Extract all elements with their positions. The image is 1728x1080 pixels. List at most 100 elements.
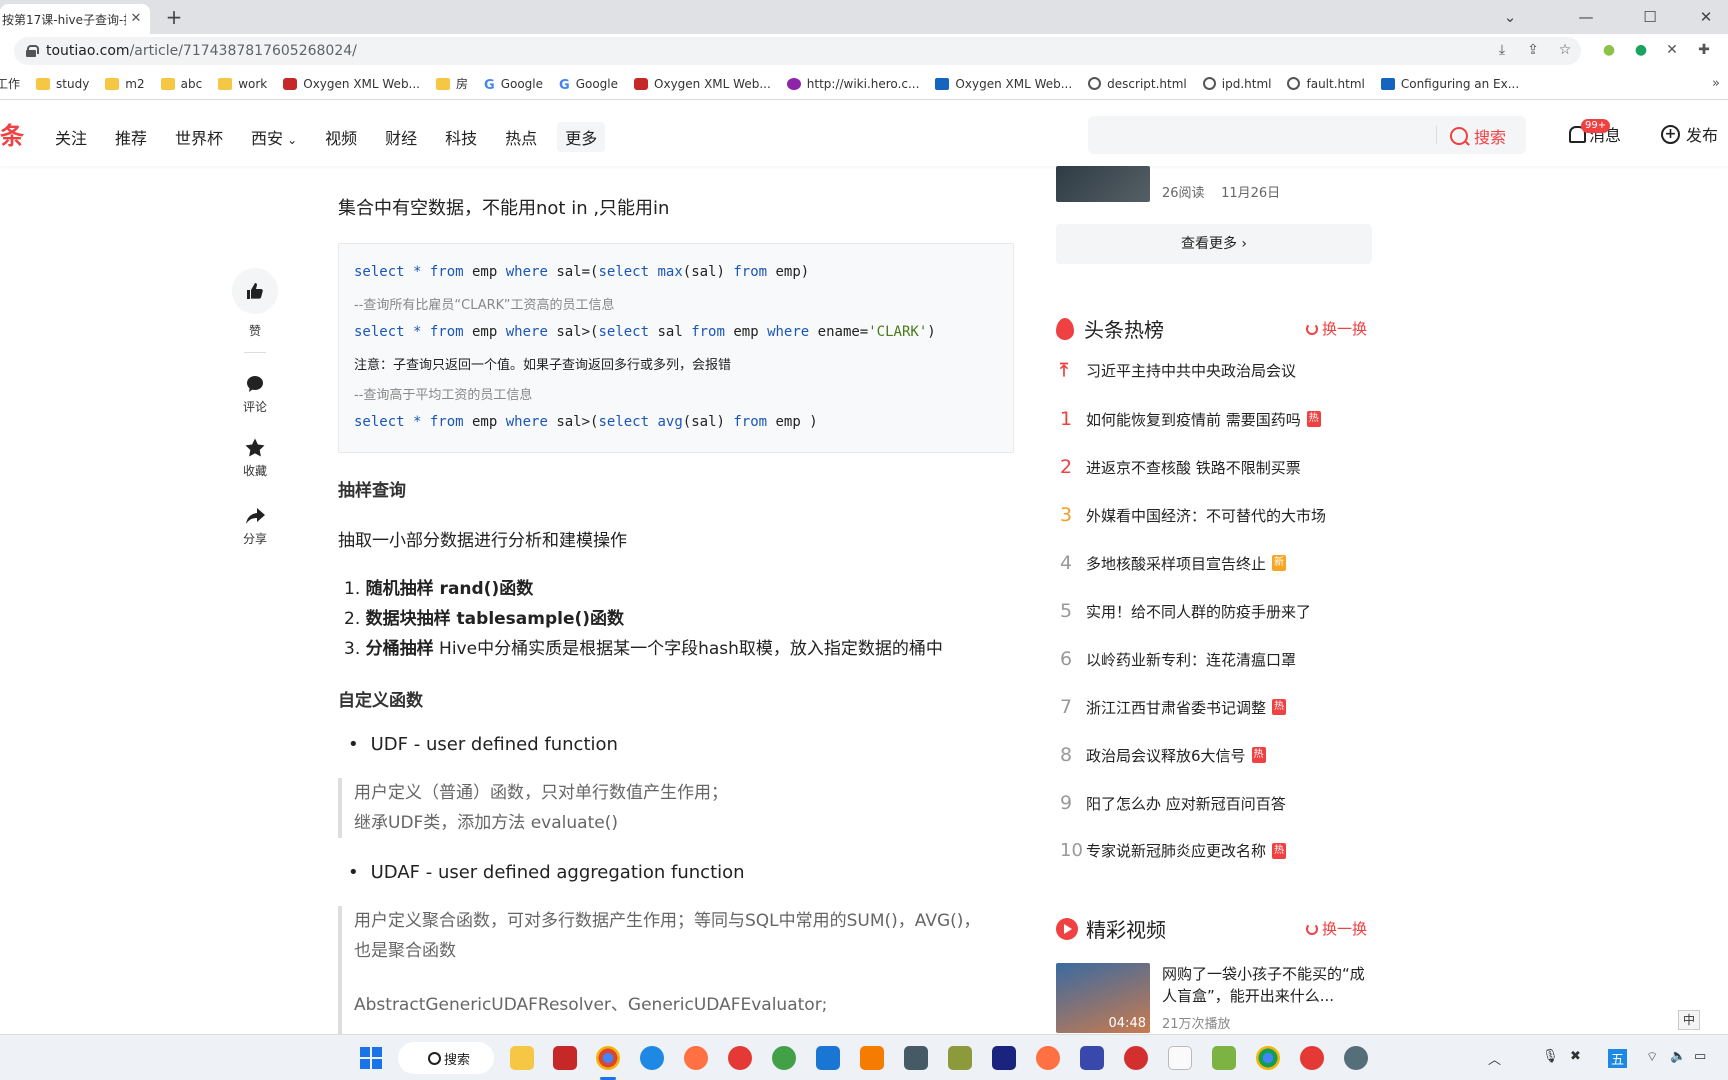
lock-icon[interactable] bbox=[26, 45, 39, 57]
ime-icon[interactable]: 五 bbox=[1608, 1049, 1628, 1068]
hot-list-item[interactable]: ⤒ 习近平主持中共中央政治局会议 bbox=[1056, 360, 1372, 381]
search-button[interactable]: 搜索 bbox=[1450, 124, 1506, 148]
hot-list-item[interactable]: 3 外媒看中国经济：不可替代的大市场 bbox=[1056, 504, 1372, 526]
see-more-button[interactable]: 查看更多 › bbox=[1056, 224, 1372, 264]
bookmark-item[interactable]: fault.html bbox=[1287, 77, 1365, 91]
wifi-icon[interactable]: ⌔ bbox=[1646, 1049, 1658, 1065]
comment-button[interactable]: 评论 bbox=[232, 372, 278, 415]
hot-list-item[interactable]: 7 浙江江西甘肃省委书记调整热 bbox=[1056, 696, 1372, 718]
browser-app-icon[interactable] bbox=[772, 1046, 796, 1070]
install-app-icon[interactable]: ⤓ bbox=[1493, 41, 1511, 59]
edge-icon[interactable] bbox=[640, 1046, 664, 1070]
nav-item-follow[interactable]: 关注 bbox=[55, 125, 87, 149]
chrome-icon[interactable] bbox=[1256, 1046, 1280, 1070]
maximize-button[interactable]: ☐ bbox=[1638, 6, 1662, 28]
video-refresh-button[interactable]: 换一换 bbox=[1306, 918, 1367, 939]
hot-list-item[interactable]: 5 实用！给不同人群的防疫手册来了 bbox=[1056, 600, 1372, 622]
bookmarks-overflow-icon[interactable]: » bbox=[1712, 76, 1720, 91]
nav-item-worldcup[interactable]: 世界杯 bbox=[175, 125, 223, 149]
bookmark-item[interactable]: Configuring an Ex... bbox=[1380, 77, 1519, 91]
app-icon[interactable] bbox=[1344, 1046, 1368, 1070]
bookmark-item[interactable]: http://wiki.hero.c... bbox=[786, 77, 919, 91]
browser-tab-active[interactable]: 按第17课-hive子查询-抽 ✕ bbox=[0, 4, 150, 34]
like-button[interactable]: 赞 bbox=[232, 268, 278, 339]
nav-item-finance[interactable]: 财经 bbox=[385, 125, 417, 149]
bookmark-item[interactable]: Oxygen XML Web... bbox=[634, 77, 771, 91]
tab-search-chevron-icon[interactable]: ⌄ bbox=[1498, 6, 1522, 28]
bookmark-item[interactable]: ipd.html bbox=[1202, 77, 1271, 91]
share-button[interactable]: 分享 bbox=[232, 504, 278, 547]
bookmark-item[interactable]: abc bbox=[160, 77, 202, 91]
favorite-button[interactable]: 收藏 bbox=[232, 436, 278, 479]
app-icon[interactable] bbox=[1300, 1046, 1324, 1070]
battery-icon[interactable]: ▭ bbox=[1694, 1049, 1706, 1064]
minimize-button[interactable]: — bbox=[1574, 6, 1598, 28]
nav-item-city[interactable]: 西安 ⌄ bbox=[251, 125, 297, 149]
hot-list-item[interactable]: 2 进返京不查核酸 铁路不限制买票 bbox=[1056, 456, 1372, 478]
x-app-icon[interactable] bbox=[1080, 1046, 1104, 1070]
taskbar-search[interactable]: 搜索 bbox=[398, 1042, 494, 1074]
url-omnibox[interactable]: toutiao.com/article/7174387817605268024/ bbox=[14, 37, 1581, 65]
notepad-icon[interactable] bbox=[1212, 1046, 1236, 1070]
volume-icon[interactable]: 🔈 bbox=[1670, 1049, 1686, 1064]
hot-list-item[interactable]: 4 多地核酸采样项目宣告终止新 bbox=[1056, 552, 1372, 574]
share-page-icon[interactable]: ⇪ bbox=[1524, 41, 1542, 59]
hot-list-item[interactable]: 10 专家说新冠肺炎应更改名称热 bbox=[1056, 840, 1372, 861]
firefox-icon[interactable] bbox=[684, 1046, 708, 1070]
tray-x-icon[interactable]: ✖ bbox=[1570, 1049, 1581, 1064]
microphone-icon[interactable]: 🎙 bbox=[1542, 1049, 1559, 1064]
chrome-icon[interactable] bbox=[596, 1046, 620, 1070]
video-title[interactable]: 网购了一袋小孩子不能买的“成人盲盒”，能开出来什么... bbox=[1162, 963, 1370, 1007]
publish-button[interactable]: + 发布 bbox=[1661, 122, 1718, 146]
video-card[interactable]: 04:48 网购了一袋小孩子不能买的“成人盲盒”，能开出来什么... 21万次播… bbox=[1056, 963, 1372, 1035]
bookmark-item[interactable]: work bbox=[218, 77, 267, 91]
bookmark-item[interactable]: m2 bbox=[105, 77, 145, 91]
typora-icon[interactable] bbox=[1168, 1046, 1192, 1070]
ime-indicator[interactable]: 中 bbox=[1678, 1010, 1701, 1030]
app-icon[interactable] bbox=[948, 1046, 972, 1070]
code-block[interactable]: select * from emp where sal=(select max(… bbox=[338, 243, 1014, 453]
bookmark-star-icon[interactable]: ☆ bbox=[1556, 41, 1574, 59]
tab-close-icon[interactable]: ✕ bbox=[128, 11, 144, 27]
hot-list-item[interactable]: 1 如何能恢复到疫情前 需要国药吗热 bbox=[1056, 408, 1372, 430]
new-tab-button[interactable]: + bbox=[163, 6, 185, 28]
xml-editor-icon[interactable] bbox=[992, 1046, 1016, 1070]
bookmark-item[interactable]: 工作 bbox=[0, 75, 20, 92]
hot-refresh-button[interactable]: 换一换 bbox=[1306, 318, 1367, 339]
bookmark-item[interactable]: descript.html bbox=[1088, 77, 1187, 91]
app-icon[interactable] bbox=[553, 1046, 577, 1070]
vscode-icon[interactable] bbox=[816, 1046, 840, 1070]
extension-circle-icon[interactable]: ● bbox=[1600, 41, 1618, 59]
tray-chevron-icon[interactable]: ︿ bbox=[1488, 1049, 1501, 1068]
bookmark-item[interactable]: 房 bbox=[436, 75, 468, 92]
download-extension-icon[interactable]: ● bbox=[1632, 41, 1650, 59]
video-thumbnail[interactable]: 04:48 bbox=[1056, 963, 1150, 1033]
hot-list-item[interactable]: 9 阳了怎么办 应对新冠百问百答 bbox=[1056, 792, 1372, 814]
x-app-icon[interactable] bbox=[1124, 1046, 1148, 1070]
bookmark-item[interactable]: G Google bbox=[484, 77, 543, 93]
search-input[interactable] bbox=[1098, 116, 1418, 154]
file-explorer-icon[interactable] bbox=[510, 1046, 534, 1070]
nav-item-recommend[interactable]: 推荐 bbox=[115, 125, 147, 149]
hot-list-item[interactable]: 6 以岭药业新专利：连花清瘟口罩 bbox=[1056, 648, 1372, 670]
nav-item-tech[interactable]: 科技 bbox=[445, 125, 477, 149]
related-article-thumbnail[interactable] bbox=[1056, 166, 1150, 202]
extensions-puzzle-icon[interactable]: ✚ bbox=[1695, 41, 1713, 59]
close-window-button[interactable]: ✕ bbox=[1694, 6, 1718, 28]
bookmark-item[interactable]: study bbox=[36, 77, 89, 91]
nav-item-hot[interactable]: 热点 bbox=[505, 125, 537, 149]
opera-icon[interactable] bbox=[728, 1046, 752, 1070]
bookmark-item[interactable]: Oxygen XML Web... bbox=[283, 77, 420, 91]
messages-button[interactable]: 99+ 消息 bbox=[1567, 119, 1621, 146]
nav-item-more[interactable]: 更多 bbox=[557, 122, 606, 152]
windows-start-icon[interactable] bbox=[360, 1047, 382, 1069]
bookmark-item[interactable]: G Google bbox=[559, 77, 618, 93]
sublime-icon[interactable] bbox=[860, 1046, 884, 1070]
bookmark-item[interactable]: Oxygen XML Web... bbox=[935, 77, 1072, 91]
toutiao-logo[interactable]: 条 bbox=[0, 116, 24, 151]
app-icon[interactable] bbox=[904, 1046, 928, 1070]
app-icon[interactable] bbox=[1036, 1046, 1060, 1070]
x-extension-icon[interactable]: ✕ bbox=[1663, 41, 1681, 59]
nav-item-video[interactable]: 视频 bbox=[325, 125, 357, 149]
hot-list-item[interactable]: 8 政治局会议释放6大信号热 bbox=[1056, 744, 1372, 766]
